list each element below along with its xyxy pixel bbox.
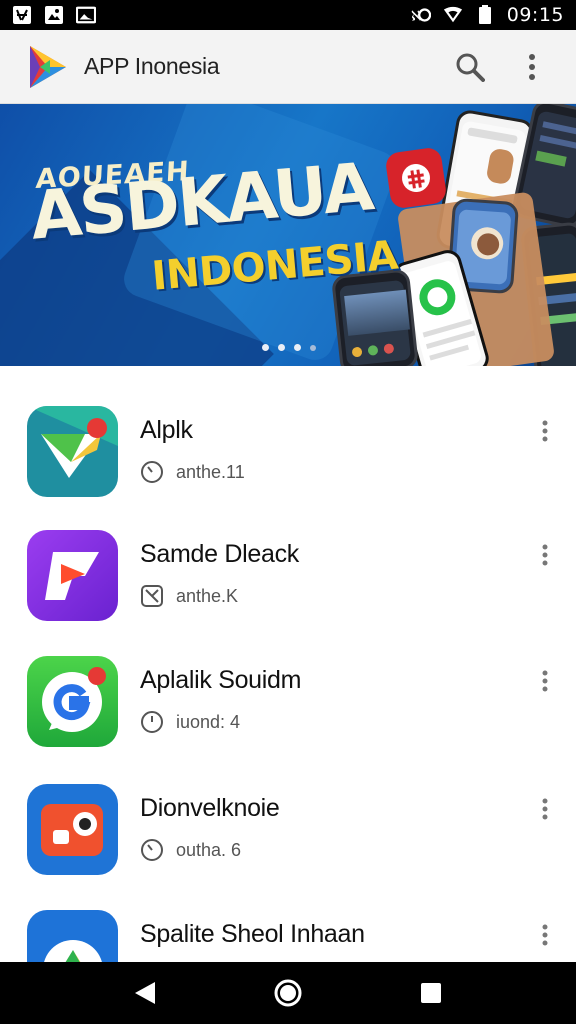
red-app-badge-icon (384, 146, 448, 210)
app-name: Spalite Sheol Inhaan (140, 920, 365, 948)
home-icon (274, 979, 302, 1007)
page-dot[interactable] (294, 344, 301, 351)
app-name: Alplk (140, 416, 193, 444)
status-left (12, 5, 96, 25)
more-options-button[interactable] (510, 45, 554, 89)
recents-icon (420, 983, 441, 1003)
app-meta-text: outha. 6 (176, 839, 242, 860)
app-meta: iuond: 4 (140, 710, 240, 734)
clock-icon (141, 711, 163, 733)
gallery-icon (76, 5, 96, 25)
checkbox-icon (141, 585, 163, 607)
app-green-icon (27, 406, 118, 497)
more-vert-icon (542, 670, 548, 692)
promo-banner[interactable]: AOUEAEH ASDKAUA INDONESIA (0, 104, 576, 366)
app-purple-icon (27, 530, 118, 621)
home-button[interactable] (268, 973, 308, 1013)
item-more-button[interactable] (532, 418, 558, 444)
photo-icon (44, 5, 64, 25)
more-vert-icon (542, 544, 548, 566)
page-dot[interactable] (310, 345, 316, 351)
app-meta: anthe.K (140, 584, 238, 608)
status-time: 09:15 (506, 4, 564, 26)
app-title: APP Inonesia (84, 53, 220, 79)
battery-icon (475, 5, 495, 25)
app-list: Alplk anthe.11 Samde Dleack anthe.K Apla… (0, 366, 576, 962)
recents-button[interactable] (411, 973, 451, 1013)
more-vert-icon (542, 798, 548, 820)
page-dot[interactable] (278, 344, 285, 351)
app-meta-text: iuond: 4 (176, 711, 241, 732)
app-meta-text: anthe.K (176, 585, 239, 606)
list-item[interactable]: Samde Dleack anthe.K (0, 490, 576, 621)
list-item[interactable]: Spalite Sheol Inhaan (0, 870, 576, 962)
app-drive-icon (27, 910, 118, 962)
more-vert-icon (542, 924, 548, 946)
app-name: Samde Dleack (140, 540, 299, 568)
back-icon (135, 982, 156, 1004)
app-meta-text: anthe.11 (176, 461, 245, 482)
wifi-icon (443, 5, 463, 25)
app-meta: outha. 6 (140, 838, 241, 862)
page-dot-active[interactable] (262, 344, 269, 351)
item-more-button[interactable] (532, 542, 558, 568)
app-camera-icon (27, 784, 118, 875)
list-item[interactable]: Dionvelknoie outha. 6 (0, 744, 576, 875)
app-bar: APP Inonesia (0, 30, 576, 104)
app-name: Dionvelknoie (140, 794, 280, 822)
clock-icon (141, 839, 163, 861)
list-item[interactable]: Alplk anthe.11 (0, 366, 576, 497)
status-bar: ℵ 09:15 (0, 0, 576, 30)
app-name: Aplalik Souidm (140, 666, 302, 694)
system-nav-bar (0, 962, 576, 1024)
app-logo-icon (22, 42, 72, 92)
more-vert-icon (542, 420, 548, 442)
item-more-button[interactable] (532, 796, 558, 822)
app-google-icon (27, 656, 118, 747)
clock-icon (141, 461, 163, 483)
more-vert-icon (529, 53, 535, 80)
item-more-button[interactable] (532, 668, 558, 694)
search-icon (456, 53, 485, 82)
nfc-icon: ℵ (411, 5, 431, 25)
notification-icon (12, 5, 32, 25)
item-more-button[interactable] (532, 922, 558, 948)
app-meta: anthe.11 (140, 460, 245, 484)
list-item[interactable]: Aplalik Souidm iuond: 4 (0, 616, 576, 747)
banner-page-indicator (262, 344, 316, 351)
back-button[interactable] (125, 973, 165, 1013)
search-button[interactable] (448, 45, 492, 89)
status-right: ℵ 09:15 (411, 4, 564, 26)
